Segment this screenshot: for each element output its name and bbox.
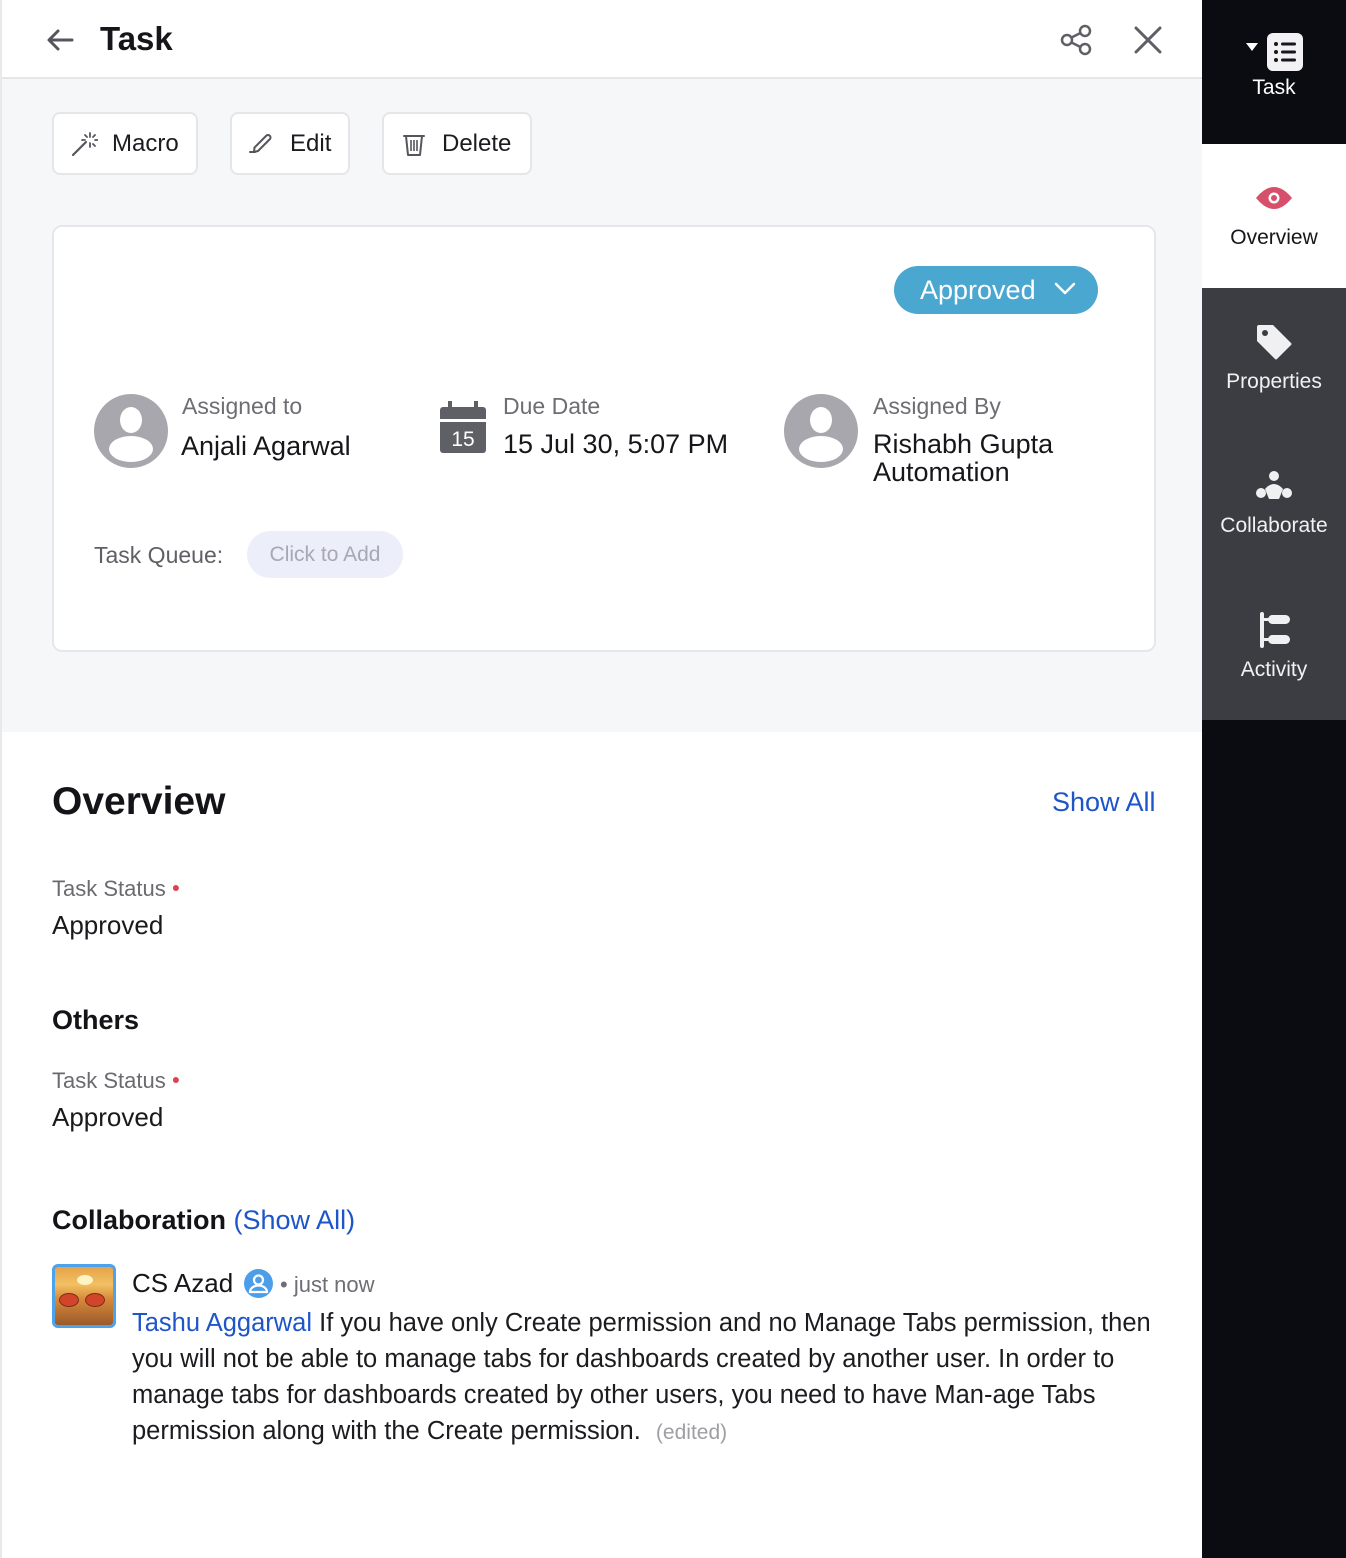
rail-label-overview: Overview (1230, 226, 1318, 249)
edit-label: Edit (290, 129, 332, 157)
panel-header: Task (2, 0, 1202, 79)
comment-timestamp: • just now (280, 1272, 375, 1297)
collaboration-show-all-link[interactable]: (Show All) (234, 1205, 356, 1235)
task-status-label: Task Status ● (52, 876, 181, 901)
tag-icon (1257, 325, 1292, 360)
mention-link[interactable]: Tashu Aggarwal (132, 1309, 312, 1337)
page-title: Task (100, 20, 173, 57)
rail-item-properties[interactable]: Properties (1202, 288, 1346, 432)
status-value: Approved (920, 274, 1036, 305)
overview-title: Overview (52, 780, 226, 823)
task-queue-label: Task Queue: (94, 542, 224, 568)
show-all-link[interactable]: Show All (1052, 787, 1156, 818)
commenter-avatar (52, 1264, 116, 1328)
task-queue-add-button[interactable]: Click to Add (247, 531, 403, 578)
right-rail: Task Overview Properties Collaborate Act… (1202, 0, 1346, 1558)
delete-label: Delete (442, 129, 512, 157)
trash-icon (403, 134, 425, 156)
pencil-icon (249, 133, 272, 153)
required-indicator: ● (171, 1071, 181, 1087)
delete-button[interactable]: Delete (382, 112, 532, 175)
share-icon[interactable] (1058, 22, 1094, 58)
macro-button[interactable]: Macro (52, 112, 198, 175)
macro-label: Macro (112, 129, 179, 157)
task-summary-area: Macro Edit Delete Approved Assigned to A… (2, 79, 1202, 732)
assigned-by-label: Assigned By (873, 393, 1001, 419)
chevron-down-icon (1054, 282, 1076, 295)
arrow-left-icon[interactable] (42, 24, 78, 56)
task-card: Approved Assigned to Anjali Agarwal 15 D… (52, 225, 1156, 652)
status-dropdown[interactable]: Approved (894, 266, 1098, 314)
rail-item-overview[interactable]: Overview (1202, 144, 1346, 288)
collaborate-icon (1256, 471, 1292, 499)
others-task-status-value[interactable]: Approved (52, 1102, 163, 1133)
others-task-status-label: Task Status ● (52, 1068, 181, 1093)
collaboration-title: Collaboration (Show All) (52, 1205, 356, 1235)
list-icon (1267, 33, 1303, 71)
due-date-label: Due Date (503, 393, 601, 419)
rail-label-properties: Properties (1226, 370, 1322, 393)
caret-down-icon (1246, 43, 1258, 51)
close-icon[interactable] (1130, 22, 1166, 58)
due-date-value[interactable]: 15 Jul 30, 5:07 PM (503, 429, 728, 459)
comment-author[interactable]: CS Azad (132, 1268, 233, 1299)
edited-indicator: (edited) (655, 1421, 728, 1444)
assigned-to-label: Assigned to (182, 393, 303, 419)
rail-label-collaborate: Collaborate (1220, 514, 1328, 537)
required-indicator: ● (171, 879, 181, 895)
magic-wand-icon (71, 131, 98, 156)
eye-icon (1256, 187, 1292, 209)
comment-body: Tashu Aggarwal If you have only Create p… (132, 1305, 1152, 1451)
edit-button[interactable]: Edit (230, 112, 350, 175)
assigner-avatar (784, 394, 858, 468)
rail-item-activity[interactable]: Activity (1202, 576, 1346, 720)
rail-item-collaborate[interactable]: Collaborate (1202, 432, 1346, 576)
activity-icon (1260, 612, 1290, 648)
task-status-value[interactable]: Approved (52, 910, 163, 941)
calendar-icon: 15 (440, 401, 486, 453)
assignee-avatar (94, 394, 168, 468)
assigned-by-value: Rishabh Gupta (873, 429, 1054, 459)
rail-label-task: Task (1252, 76, 1296, 99)
user-profile-icon (244, 1269, 273, 1298)
others-title: Others (52, 1005, 140, 1035)
task-panel: Task Macro Edit Delete Approved Assigned… (0, 0, 1202, 1558)
assigned-by-value-line2: Automation (873, 457, 1010, 487)
rail-label-activity: Activity (1240, 658, 1308, 681)
svg-text:15: 15 (451, 428, 474, 451)
assigned-to-value[interactable]: Anjali Agarwal (181, 431, 351, 461)
rail-item-task[interactable]: Task (1202, 0, 1346, 144)
